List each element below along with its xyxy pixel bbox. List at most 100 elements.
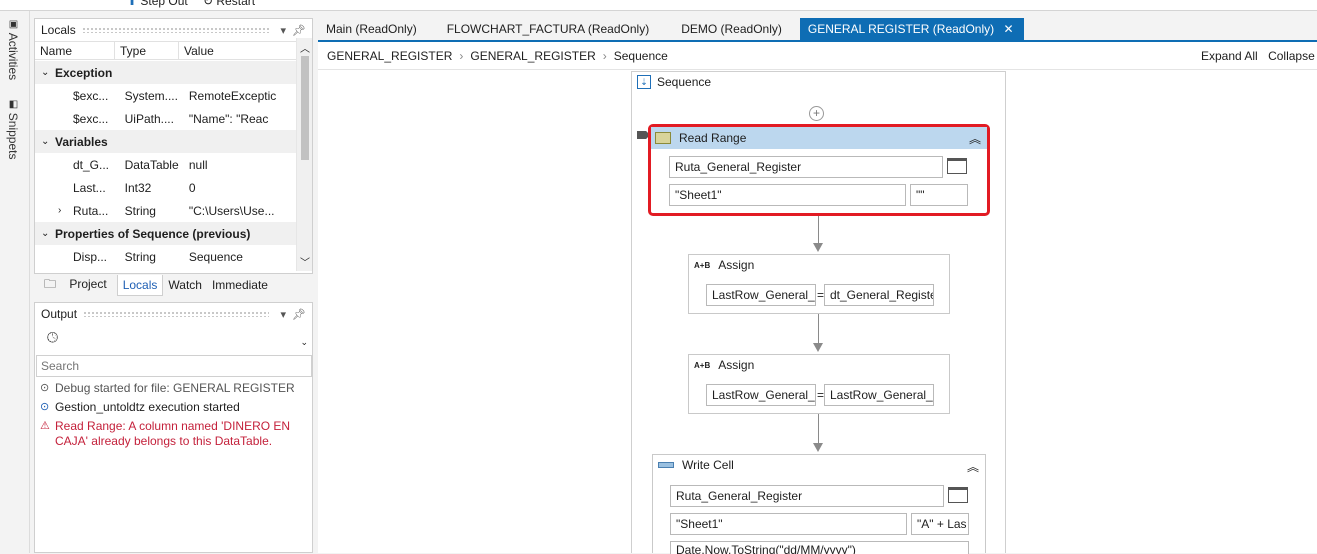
tab-watch[interactable]: Watch: [163, 275, 207, 295]
locals-header: Locals ▾ 📌︎: [35, 19, 312, 41]
write-cell-header[interactable]: Write Cell ︽: [653, 455, 985, 475]
tab-demo[interactable]: DEMO (ReadOnly): [659, 18, 800, 40]
col-name[interactable]: Name: [35, 42, 115, 59]
assign-to-field[interactable]: LastRow_General_R: [706, 384, 816, 406]
assign-to-field[interactable]: LastRow_General_R: [706, 284, 816, 306]
assign-header[interactable]: A+B Assign: [689, 355, 949, 375]
sheet-name-field[interactable]: "Sheet1": [669, 184, 906, 206]
collapse-chevron-icon[interactable]: ︽: [969, 130, 981, 147]
log-line[interactable]: ⊙ Gestion_untoldtz execution started: [35, 398, 312, 417]
snippets-icon: ◧: [8, 99, 19, 113]
tab-project[interactable]: 🗀 Project: [34, 272, 117, 299]
clock-icon[interactable]: 🕓︎: [47, 329, 58, 346]
side-tab-strip: ▣ Activities ◧ Snippets: [0, 11, 30, 553]
expand-chevron-icon[interactable]: ⌄: [41, 228, 55, 239]
add-activity-icon[interactable]: +: [809, 106, 824, 121]
range-field[interactable]: "": [910, 184, 968, 206]
breadcrumb-item[interactable]: GENERAL_REGISTER: [470, 49, 595, 63]
expand-chevron-icon[interactable]: ⌄: [41, 136, 55, 147]
table-row[interactable]: Last... Int32 0: [35, 176, 296, 199]
read-range-header[interactable]: Read Range ︽: [651, 127, 987, 149]
breadcrumb: GENERAL_REGISTER › GENERAL_REGISTER › Se…: [318, 49, 668, 63]
connector-arrow-icon: [813, 243, 823, 252]
expand-chevron-icon[interactable]: ⌄: [41, 67, 55, 78]
warning-triangle-icon: ⚠: [40, 420, 50, 432]
overflow-icon[interactable]: ⌄: [300, 337, 308, 348]
cell-field[interactable]: "A" + Las: [911, 513, 969, 535]
sequence-icon: ⇣: [637, 75, 651, 89]
equals-icon: =: [817, 388, 825, 402]
restart-button[interactable]: ↻ Restart: [203, 0, 255, 8]
locals-scrollbar[interactable]: ︿ ﹀: [296, 38, 312, 271]
chevron-right-icon: ›: [459, 48, 464, 63]
log-line[interactable]: ⚠ Read Range: A column named 'DINERO EN …: [35, 417, 312, 451]
pin-icon[interactable]: 📌︎: [292, 308, 306, 321]
assign-activity[interactable]: A+B Assign LastRow_General_R = dt_Genera…: [688, 254, 950, 314]
output-log: ⊙ Debug started for file: GENERAL REGIST…: [35, 379, 312, 451]
output-panel: Output ▾ 📌︎ 🕓︎ ⌄ ⊙ Debug started for fil…: [34, 302, 313, 553]
breadcrumb-item[interactable]: GENERAL_REGISTER: [327, 49, 452, 63]
workbook-path-field[interactable]: Ruta_General_Register: [669, 156, 943, 178]
designer-toolbar: GENERAL_REGISTER › GENERAL_REGISTER › Se…: [318, 42, 1317, 70]
table-row[interactable]: dt_G... DataTable null: [35, 153, 296, 176]
dropdown-icon[interactable]: ▾: [281, 24, 287, 37]
collapse-all-link[interactable]: Collapse All: [1268, 49, 1317, 63]
sequence-title: Sequence: [657, 75, 712, 89]
assign-value-field[interactable]: LastRow_General_R: [824, 384, 934, 406]
scroll-down-icon[interactable]: ﹀: [300, 254, 310, 269]
step-out-button[interactable]: ⬆ Step Out: [127, 0, 188, 8]
top-toolbar: ⬆ Step Out ↻ Restart: [0, 0, 1317, 11]
bottom-tab-strip: 🗀 Project Locals Watch Immediate: [34, 274, 313, 296]
folder-browse-icon[interactable]: [948, 487, 968, 503]
folder-browse-icon[interactable]: [947, 158, 967, 174]
panel-grip[interactable]: [83, 311, 269, 317]
expand-all-link[interactable]: Expand All: [1201, 49, 1258, 63]
table-row[interactable]: $exc... UiPath.... "Name": "Reac: [35, 107, 296, 130]
group-variables[interactable]: ⌄ Variables: [35, 130, 296, 153]
workbook-path-field[interactable]: Ruta_General_Register: [670, 485, 944, 507]
breadcrumb-item[interactable]: Sequence: [614, 49, 668, 63]
tab-locals[interactable]: Locals: [116, 274, 164, 296]
tab-general-register[interactable]: GENERAL REGISTER (ReadOnly) ✕: [799, 18, 1024, 40]
locals-panel: Locals ▾ 📌︎ Name Type Value ⌄ Exception …: [34, 18, 313, 274]
write-cell-activity[interactable]: Write Cell ︽ Ruta_General_Register "Shee…: [652, 454, 986, 554]
tab-immediate[interactable]: Immediate: [207, 275, 273, 295]
scroll-thumb[interactable]: [301, 56, 309, 160]
assign-value-field[interactable]: dt_General_Registe: [824, 284, 934, 306]
activities-tab[interactable]: ▣ Activities: [6, 19, 20, 80]
tab-main[interactable]: Main (ReadOnly): [318, 18, 427, 40]
table-row[interactable]: $exc... System.... RemoteExceptic: [35, 84, 296, 107]
locals-title: Locals: [41, 23, 76, 37]
group-properties[interactable]: ⌄ Properties of Sequence (previous): [35, 222, 296, 245]
sequence-header[interactable]: ⇣ Sequence: [632, 72, 1005, 92]
locals-grid: ⌄ Exception $exc... System.... RemoteExc…: [35, 61, 296, 268]
assign-icon: A+B: [694, 360, 711, 370]
col-type[interactable]: Type: [115, 42, 179, 59]
table-row[interactable]: Disp... String Sequence: [35, 245, 296, 268]
panel-grip[interactable]: [81, 27, 269, 33]
pin-icon[interactable]: 📌︎: [292, 24, 306, 37]
close-icon[interactable]: ✕: [1004, 22, 1014, 36]
output-toolbar: 🕓︎ ⌄: [35, 325, 312, 351]
log-line[interactable]: ⊙ Debug started for file: GENERAL REGIST…: [35, 379, 312, 398]
snippets-tab[interactable]: ◧ Snippets: [6, 99, 20, 159]
assign-header[interactable]: A+B Assign: [689, 255, 949, 275]
tab-flowchart-factura[interactable]: FLOWCHART_FACTURA (ReadOnly): [427, 18, 659, 40]
col-value[interactable]: Value: [179, 42, 297, 59]
cell-value-field[interactable]: Date.Now.ToString("dd/MM/yyyy"): [670, 541, 969, 554]
designer-canvas[interactable]: ⇣ Sequence + Read Range ︽ Ruta_General_R…: [318, 70, 1317, 554]
restart-icon: ↻: [203, 0, 217, 8]
table-row[interactable]: › Ruta... String "C:\Users\Use...: [35, 199, 296, 222]
connector-arrow-icon: [813, 443, 823, 452]
equals-icon: =: [817, 288, 825, 302]
assign-activity[interactable]: A+B Assign LastRow_General_R = LastRow_G…: [688, 354, 950, 414]
scroll-up-icon[interactable]: ︿: [300, 40, 310, 55]
sheet-name-field[interactable]: "Sheet1": [670, 513, 907, 535]
folder-icon: 🗀: [44, 276, 60, 291]
expand-arrow-icon[interactable]: ›: [58, 205, 61, 216]
group-exception[interactable]: ⌄ Exception: [35, 61, 296, 84]
dropdown-icon[interactable]: ▾: [281, 308, 287, 321]
collapse-chevron-icon[interactable]: ︽: [967, 458, 979, 475]
search-input[interactable]: [36, 355, 312, 377]
read-range-activity[interactable]: Read Range ︽ Ruta_General_Register "Shee…: [648, 124, 990, 216]
